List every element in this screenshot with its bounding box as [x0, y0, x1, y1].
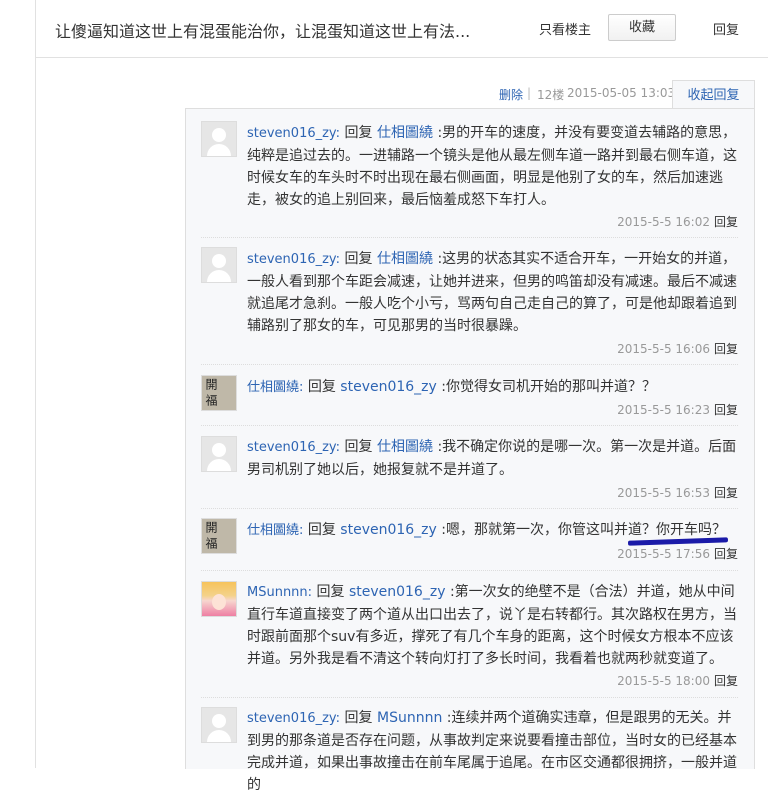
- reply-divider: [201, 425, 738, 427]
- reply-target-user[interactable]: steven016_zy: [340, 379, 437, 395]
- reply-time: 2015-5-5 16:02: [617, 215, 710, 229]
- post-time: 2015-05-05 13:03: [567, 86, 676, 100]
- reply-target-user[interactable]: steven016_zy: [349, 584, 446, 600]
- reply-button[interactable]: 回复: [714, 486, 738, 500]
- reply-divider: [201, 237, 738, 239]
- default-avatar-icon[interactable]: [201, 436, 237, 472]
- reply-username[interactable]: steven016_zy:: [247, 440, 340, 455]
- anime-avatar-icon[interactable]: [201, 581, 237, 617]
- reply-target-user[interactable]: 仕相圖繞: [377, 251, 433, 267]
- reply-word: 回复: [344, 439, 373, 455]
- reply-username[interactable]: steven016_zy:: [247, 711, 340, 726]
- reply-divider: [201, 508, 738, 510]
- reply-word: 回复: [344, 710, 373, 726]
- delete-link[interactable]: 删除: [499, 86, 523, 103]
- reply-word: 回复: [344, 125, 373, 141]
- reply-word: 回复: [307, 522, 336, 538]
- left-border: [35, 0, 36, 768]
- reply-username[interactable]: steven016_zy:: [247, 252, 340, 267]
- reply-username[interactable]: MSunnnn:: [247, 585, 312, 600]
- reply-content: :嗯，那就第一次，你管这叫并道？你开车吗？: [441, 522, 726, 538]
- reply-target-user[interactable]: steven016_zy: [340, 522, 437, 538]
- meta-separator: |: [527, 86, 532, 100]
- calligraphy-avatar-icon[interactable]: [201, 375, 237, 411]
- reply-username[interactable]: 仕相圖繞:: [247, 523, 303, 538]
- reply-footer: 2015-5-5 16:53 回复: [617, 484, 738, 501]
- reply-button[interactable]: 回复: [714, 403, 738, 417]
- floor-number: 12楼: [537, 88, 565, 102]
- reply-target-user[interactable]: 仕相圖繞: [377, 125, 433, 141]
- reply-footer: 2015-5-5 16:06 回复: [617, 340, 738, 357]
- reply-time: 2015-5-5 16:23: [617, 403, 710, 417]
- reply-footer: 2015-5-5 16:02 回复: [617, 213, 738, 230]
- reply-button[interactable]: 回复: [714, 342, 738, 356]
- reply-word: 回复: [307, 379, 336, 395]
- default-avatar-icon[interactable]: [201, 707, 237, 743]
- reply-divider: [201, 697, 738, 699]
- collapse-reply-tab[interactable]: 收起回复: [672, 80, 755, 110]
- reply-time: 2015-5-5 16:53: [617, 486, 710, 500]
- reply-divider: [201, 364, 738, 366]
- reply-username[interactable]: steven016_zy:: [247, 126, 340, 141]
- reply-target-user[interactable]: 仕相圖繞: [377, 439, 433, 455]
- calligraphy-avatar-icon[interactable]: [201, 518, 237, 554]
- reply-button[interactable]: 回复: [714, 547, 738, 561]
- reply-time: 2015-5-5 18:00: [617, 674, 710, 688]
- thread-header: 让傻逼知道这世上有混蛋能治你，让混蛋知道这世上有法... 只看楼主 收藏 回复: [36, 0, 768, 58]
- reply-content: :你觉得女司机开始的那叫并道？？: [441, 379, 656, 395]
- reply-target-user[interactable]: MSunnnn: [377, 710, 442, 726]
- reply-divider: [201, 570, 738, 572]
- default-avatar-icon[interactable]: [201, 247, 237, 283]
- thread-title: 让傻逼知道这世上有混蛋能治你，让混蛋知道这世上有法...: [55, 22, 471, 41]
- favorite-button[interactable]: 收藏: [608, 14, 676, 41]
- reply-footer: 2015-5-5 16:23 回复: [617, 401, 738, 418]
- reply-word: 回复: [344, 251, 373, 267]
- reply-time: 2015-5-5 17:56: [617, 547, 710, 561]
- default-avatar-icon[interactable]: [201, 121, 237, 157]
- only-op-link[interactable]: 只看楼主: [539, 19, 591, 38]
- reply-word: 回复: [316, 584, 345, 600]
- reply-button[interactable]: 回复: [714, 215, 738, 229]
- reply-username[interactable]: 仕相圖繞:: [247, 380, 303, 395]
- reply-link[interactable]: 回复: [713, 19, 739, 38]
- reply-time: 2015-5-5 16:06: [617, 342, 710, 356]
- reply-footer: 2015-5-5 17:56 回复: [617, 545, 738, 562]
- reply-footer: 2015-5-5 18:00 回复: [617, 672, 738, 689]
- reply-button[interactable]: 回复: [714, 674, 738, 688]
